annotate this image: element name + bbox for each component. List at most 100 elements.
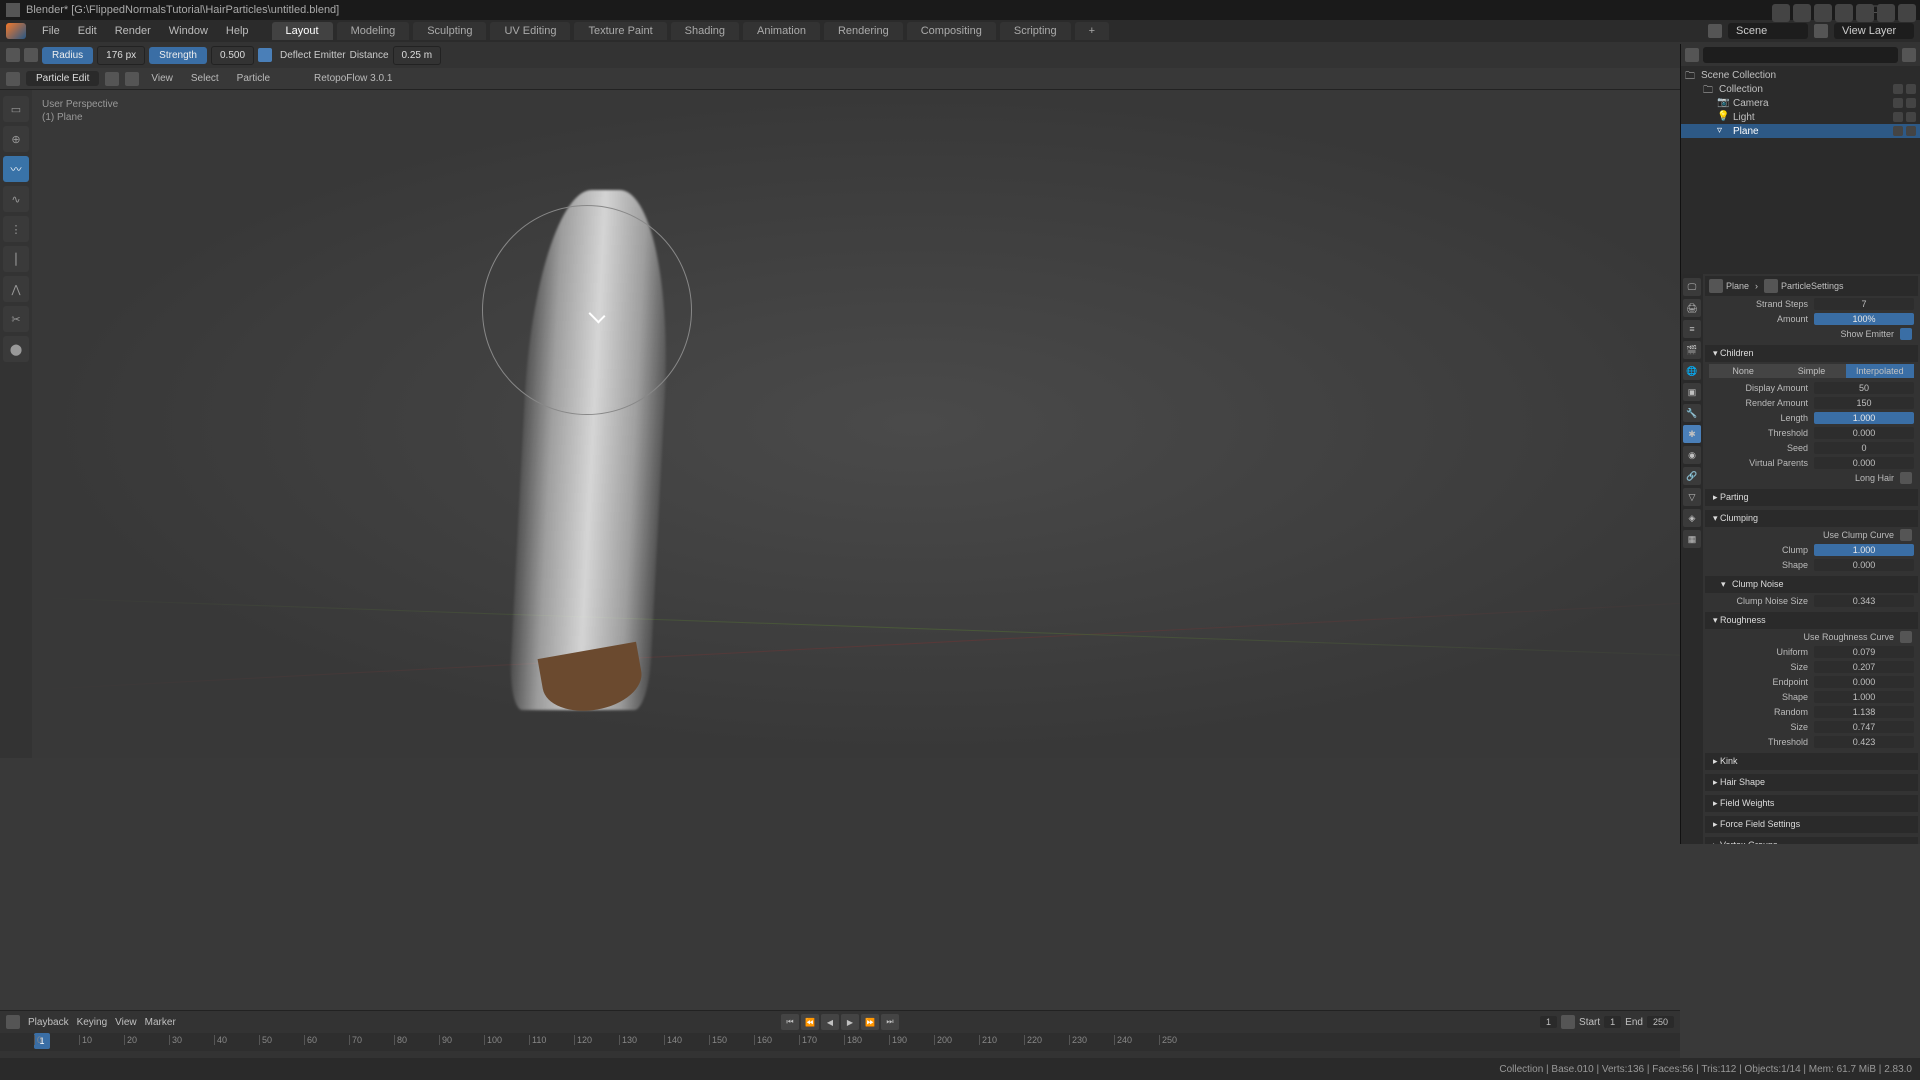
comb-brush-icon[interactable] <box>24 48 38 62</box>
shading-material-icon[interactable] <box>1877 4 1895 22</box>
prop-tab-render[interactable]: 🖵 <box>1683 278 1701 296</box>
autokey-icon[interactable] <box>1561 1015 1575 1029</box>
prop-tab-constraints[interactable]: 🔗 <box>1683 467 1701 485</box>
section-clumping[interactable]: Clumping <box>1705 510 1918 527</box>
child-simple[interactable]: Simple <box>1777 364 1845 378</box>
menu-select[interactable]: Select <box>185 71 225 86</box>
restrict-icon[interactable] <box>1893 112 1903 122</box>
section-kink[interactable]: Kink <box>1705 753 1918 770</box>
display-amount-val[interactable]: 50 <box>1814 382 1914 394</box>
section-roughness[interactable]: Roughness <box>1705 612 1918 629</box>
prop-tab-texture[interactable]: ▦ <box>1683 530 1701 548</box>
clump-val[interactable]: 1.000 <box>1814 544 1914 556</box>
random-val[interactable]: 1.138 <box>1814 706 1914 718</box>
show-emitter-check[interactable] <box>1900 328 1912 340</box>
render-amount-val[interactable]: 150 <box>1814 397 1914 409</box>
threshold-val[interactable]: 0.000 <box>1814 427 1914 439</box>
tool-length[interactable]: ⎮ <box>3 246 29 272</box>
3d-viewport[interactable]: User Perspective (1) Plane <box>32 90 1798 758</box>
radius-button[interactable]: Radius <box>42 47 93 64</box>
retopoflow-addon[interactable]: RetopoFlow 3.0.1 <box>308 71 398 86</box>
section-field-weights[interactable]: Field Weights <box>1705 795 1918 812</box>
tab-sculpting[interactable]: Sculpting <box>413 22 486 40</box>
jump-start-icon[interactable]: ⏮ <box>781 1014 799 1030</box>
section-hair-shape[interactable]: Hair Shape <box>1705 774 1918 791</box>
tool-smooth[interactable]: ∿ <box>3 186 29 212</box>
tree-camera[interactable]: 📷Camera <box>1681 96 1920 110</box>
tl-marker[interactable]: Marker <box>145 1017 176 1028</box>
section-force-field[interactable]: Force Field Settings <box>1705 816 1918 833</box>
strand-steps-val[interactable]: 7 <box>1814 298 1914 310</box>
restrict-icon[interactable] <box>1893 84 1903 94</box>
tree-collection[interactable]: 🗀Collection <box>1681 82 1920 96</box>
shading-wireframe-icon[interactable] <box>1835 4 1853 22</box>
keyframe-prev-icon[interactable]: ⏪ <box>801 1014 819 1030</box>
snap-icon[interactable] <box>1772 4 1790 22</box>
strength-value[interactable]: 0.500 <box>211 46 254 65</box>
child-interpolated[interactable]: Interpolated <box>1846 364 1914 378</box>
use-clump-curve-check[interactable] <box>1900 529 1912 541</box>
editor-type-icon[interactable] <box>6 72 20 86</box>
tree-scene-collection[interactable]: 🗀Scene Collection <box>1681 68 1920 82</box>
tool-puff[interactable]: ⋀ <box>3 276 29 302</box>
prop-tab-physics[interactable]: ◉ <box>1683 446 1701 464</box>
distance-value[interactable]: 0.25 m <box>393 46 442 65</box>
menu-window[interactable]: Window <box>161 23 216 39</box>
outliner-filter-icon[interactable] <box>1902 48 1916 62</box>
tab-scripting[interactable]: Scripting <box>1000 22 1071 40</box>
section-vertex-groups[interactable]: Vertex Groups <box>1705 837 1918 844</box>
play-icon[interactable]: ▶ <box>841 1014 859 1030</box>
shading-solid-icon[interactable] <box>1856 4 1874 22</box>
view-layer-selector[interactable]: View Layer <box>1834 23 1914 39</box>
xray-icon[interactable] <box>1814 4 1832 22</box>
tab-shading[interactable]: Shading <box>671 22 739 40</box>
jump-end-icon[interactable]: ⏭ <box>881 1014 899 1030</box>
tl-view[interactable]: View <box>115 1017 137 1028</box>
menu-edit[interactable]: Edit <box>70 23 105 39</box>
threshold2-val[interactable]: 0.423 <box>1814 736 1914 748</box>
prop-tab-mesh[interactable]: ▽ <box>1683 488 1701 506</box>
overlay-icon[interactable] <box>1793 4 1811 22</box>
brush-icon[interactable] <box>6 48 20 62</box>
restrict-icon[interactable] <box>1906 84 1916 94</box>
menu-view[interactable]: View <box>145 71 179 86</box>
scene-selector[interactable]: Scene <box>1728 23 1808 39</box>
mode-selector[interactable]: Particle Edit <box>26 71 99 86</box>
uniform-val[interactable]: 0.079 <box>1814 646 1914 658</box>
restrict-icon[interactable] <box>1893 98 1903 108</box>
end-frame[interactable]: 250 <box>1647 1016 1674 1028</box>
outliner-search[interactable] <box>1703 47 1898 63</box>
tool-comb[interactable]: 〰 <box>3 156 29 182</box>
prop-tab-output[interactable]: 🖨 <box>1683 299 1701 317</box>
tab-add[interactable]: + <box>1075 22 1109 40</box>
shape2-val[interactable]: 1.000 <box>1814 691 1914 703</box>
amount-val[interactable]: 100% <box>1814 313 1914 325</box>
prop-tab-scene[interactable]: 🎬 <box>1683 341 1701 359</box>
prop-tab-world[interactable]: 🌐 <box>1683 362 1701 380</box>
menu-file[interactable]: File <box>34 23 68 39</box>
length-val[interactable]: 1.000 <box>1814 412 1914 424</box>
keyframe-next-icon[interactable]: ⏩ <box>861 1014 879 1030</box>
tab-uv-editing[interactable]: UV Editing <box>490 22 570 40</box>
prop-tab-particles[interactable]: ✱ <box>1683 425 1701 443</box>
restrict-icon[interactable] <box>1906 126 1916 136</box>
radius-value[interactable]: 176 px <box>97 46 145 65</box>
menu-render[interactable]: Render <box>107 23 159 39</box>
section-clump-noise[interactable]: Clump Noise <box>1705 576 1918 593</box>
tab-layout[interactable]: Layout <box>272 22 333 40</box>
tool-icon[interactable] <box>105 72 119 86</box>
tl-keying[interactable]: Keying <box>77 1017 108 1028</box>
tool-add[interactable]: ⋮ <box>3 216 29 242</box>
tree-plane[interactable]: ▿Plane <box>1681 124 1920 138</box>
shading-rendered-icon[interactable] <box>1898 4 1916 22</box>
menu-particle[interactable]: Particle <box>231 71 276 86</box>
tab-compositing[interactable]: Compositing <box>907 22 996 40</box>
tab-rendering[interactable]: Rendering <box>824 22 903 40</box>
size2-val[interactable]: 0.747 <box>1814 721 1914 733</box>
long-hair-check[interactable] <box>1900 472 1912 484</box>
tab-texture-paint[interactable]: Texture Paint <box>574 22 666 40</box>
tool-cut[interactable]: ✂ <box>3 306 29 332</box>
virtual-parents-val[interactable]: 0.000 <box>1814 457 1914 469</box>
deflect-emitter-check[interactable] <box>258 48 272 62</box>
restrict-icon[interactable] <box>1893 126 1903 136</box>
